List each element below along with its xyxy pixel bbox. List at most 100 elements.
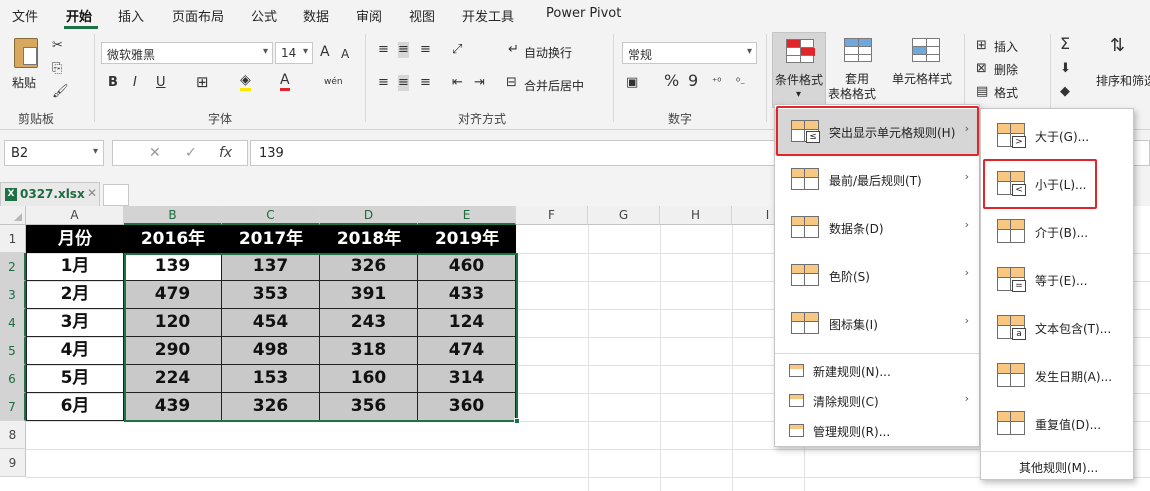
align-center-icon[interactable]: ≡ — [398, 75, 409, 91]
column-header[interactable]: G — [588, 206, 660, 225]
table-header-cell[interactable]: 2018年 — [320, 225, 418, 253]
cond-menu-item[interactable]: 新建规则(N)... — [775, 357, 979, 385]
table-cell[interactable]: 353 — [222, 281, 320, 309]
close-icon[interactable]: ✕ — [87, 186, 97, 200]
submenu-item[interactable]: 介于(B)... — [981, 209, 1133, 255]
table-cell[interactable]: 498 — [222, 337, 320, 365]
conditional-format-button[interactable]: 条件格式 ▾ — [772, 32, 826, 108]
column-header[interactable]: F — [516, 206, 588, 225]
row-header[interactable]: 6 — [0, 365, 26, 393]
format-painter-icon[interactable]: 🖌 — [52, 84, 69, 100]
column-header[interactable]: C — [222, 206, 320, 225]
table-cell[interactable]: 314 — [418, 365, 516, 393]
table-cell[interactable]: 2月 — [26, 281, 124, 309]
enter-icon[interactable]: ✓ — [185, 145, 197, 161]
menu-home[interactable]: 开始 — [66, 6, 92, 25]
wrap-text-button[interactable]: 自动换行 — [524, 44, 572, 61]
number-format-select[interactable]: 常规 ▾ — [622, 42, 757, 64]
border-icon[interactable]: ⊞ — [196, 74, 209, 90]
column-header[interactable]: A — [26, 206, 124, 225]
cond-menu-item[interactable]: 管理规则(R)... — [775, 417, 979, 445]
table-cell[interactable]: 120 — [124, 309, 222, 337]
row-header[interactable]: 2 — [0, 253, 26, 281]
italic-button[interactable]: I — [133, 75, 137, 91]
column-header[interactable]: E — [418, 206, 516, 225]
new-workbook-tab[interactable] — [103, 184, 129, 206]
font-name-select[interactable]: 微软雅黑 ▾ — [101, 42, 273, 64]
submenu-item[interactable]: a 文本包含(T)... — [981, 305, 1133, 351]
row-header[interactable]: 9 — [0, 449, 26, 477]
name-box[interactable]: B2 ▾ — [4, 140, 104, 166]
menu-data[interactable]: 数据 — [303, 6, 329, 25]
cond-menu-item[interactable]: 清除规则(C) › — [775, 387, 979, 415]
align-middle-icon[interactable]: ≡ — [398, 42, 409, 58]
table-cell[interactable]: 290 — [124, 337, 222, 365]
row-header[interactable]: 3 — [0, 281, 26, 309]
workbook-tab[interactable]: X 0327.xlsx ✕ — [0, 182, 100, 206]
merge-center-button[interactable]: 合并后居中 — [524, 77, 584, 94]
column-header[interactable]: D — [320, 206, 418, 225]
table-cell[interactable]: 224 — [124, 365, 222, 393]
align-right-icon[interactable]: ≡ — [420, 75, 431, 91]
grow-font-icon[interactable]: A — [320, 44, 330, 60]
increase-decimal-icon[interactable]: ⁺⁰ — [712, 75, 721, 91]
submenu-item[interactable]: 重复值(D)... — [981, 401, 1133, 447]
table-cell[interactable]: 460 — [418, 253, 516, 281]
table-cell[interactable]: 439 — [124, 393, 222, 421]
more-rules-item[interactable]: 其他规则(M)... — [981, 453, 1133, 479]
align-left-icon[interactable]: ≡ — [378, 75, 389, 91]
bold-button[interactable]: B — [108, 75, 118, 91]
table-cell[interactable]: 3月 — [26, 309, 124, 337]
table-cell[interactable]: 153 — [222, 365, 320, 393]
increase-indent-icon[interactable]: ⇥ — [474, 75, 485, 91]
table-cell[interactable]: 474 — [418, 337, 516, 365]
cond-menu-item[interactable]: 图标集(I) › — [775, 301, 979, 347]
copy-icon[interactable]: ⎘ — [52, 61, 62, 77]
table-cell[interactable]: 391 — [320, 281, 418, 309]
phonetic-icon[interactable]: wén — [324, 74, 343, 90]
table-cell[interactable]: 5月 — [26, 365, 124, 393]
table-cell[interactable]: 318 — [320, 337, 418, 365]
underline-button[interactable]: U — [156, 75, 166, 91]
autosum-icon[interactable]: Σ — [1060, 36, 1070, 52]
row-header[interactable]: 7 — [0, 393, 26, 421]
cond-menu-item[interactable]: 色阶(S) › — [775, 253, 979, 299]
table-cell[interactable]: 356 — [320, 393, 418, 421]
insert-cells-button[interactable]: 插入 — [994, 38, 1018, 55]
insert-function-icon[interactable]: fx — [219, 145, 232, 161]
table-cell[interactable]: 124 — [418, 309, 516, 337]
select-all-corner[interactable] — [0, 206, 26, 225]
table-cell[interactable]: 139 — [124, 253, 222, 281]
column-header[interactable]: B — [124, 206, 222, 225]
cut-icon[interactable]: ✂ — [52, 38, 63, 54]
fill-handle[interactable] — [514, 418, 520, 424]
delete-cells-button[interactable]: 删除 — [994, 61, 1018, 78]
menu-insert[interactable]: 插入 — [118, 6, 144, 25]
font-color-icon[interactable]: A — [280, 72, 290, 91]
cell-styles-button[interactable]: 单元格样式 — [892, 32, 958, 108]
submenu-item[interactable]: = 等于(E)... — [981, 257, 1133, 303]
table-cell[interactable]: 1月 — [26, 253, 124, 281]
menu-view[interactable]: 视图 — [409, 6, 435, 25]
table-cell[interactable]: 4月 — [26, 337, 124, 365]
row-header[interactable]: 8 — [0, 421, 26, 449]
fill-icon[interactable]: ⬇ — [1060, 61, 1071, 77]
menu-developer[interactable]: 开发工具 — [462, 6, 514, 25]
table-cell[interactable]: 360 — [418, 393, 516, 421]
column-header[interactable]: H — [660, 206, 732, 225]
cancel-icon[interactable]: ✕ — [149, 145, 161, 161]
submenu-item[interactable]: > 大于(G)... — [981, 113, 1133, 159]
format-as-table-button[interactable]: 套用 表格格式 — [828, 32, 888, 108]
table-cell[interactable]: 6月 — [26, 393, 124, 421]
table-cell[interactable]: 326 — [222, 393, 320, 421]
table-cell[interactable]: 137 — [222, 253, 320, 281]
format-cells-button[interactable]: 格式 — [994, 84, 1018, 101]
align-top-icon[interactable]: ≡ — [378, 42, 389, 58]
table-cell[interactable]: 160 — [320, 365, 418, 393]
align-bottom-icon[interactable]: ≡ — [420, 42, 431, 58]
sort-filter-button[interactable]: 排序和筛选 — [1096, 72, 1150, 89]
menu-formulas[interactable]: 公式 — [251, 6, 277, 25]
menu-page-layout[interactable]: 页面布局 — [172, 6, 224, 25]
fill-color-icon[interactable]: ◈ — [240, 72, 251, 91]
table-cell[interactable]: 433 — [418, 281, 516, 309]
